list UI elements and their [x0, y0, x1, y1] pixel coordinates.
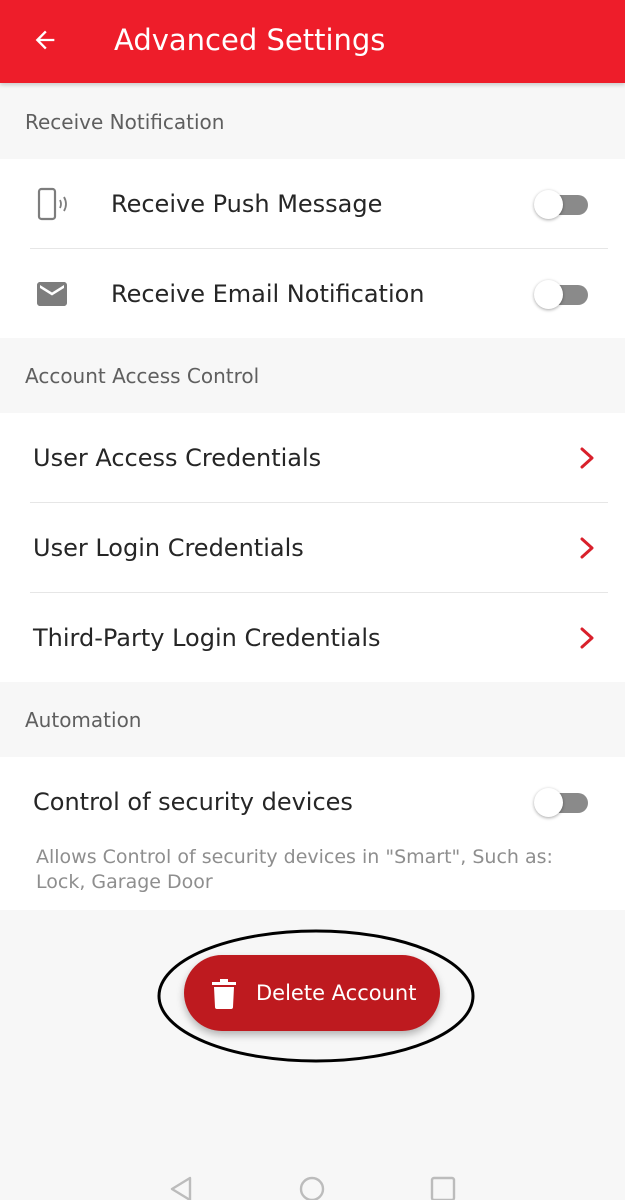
email-notification-toggle[interactable] — [534, 277, 588, 311]
row-email-notification[interactable]: Receive Email Notification — [0, 249, 625, 339]
section-label-notifications: Receive Notification — [25, 110, 225, 134]
toggle-thumb — [534, 190, 563, 219]
notifications-card: Receive Push Message Receive Email Notif… — [0, 159, 625, 338]
row-label-third-party-login-credentials: Third-Party Login Credentials — [33, 624, 381, 652]
system-nav-bar — [0, 1160, 625, 1200]
automation-card: Control of security devices Allows Contr… — [0, 757, 625, 910]
row-user-login-credentials[interactable]: User Login Credentials — [0, 503, 625, 593]
arrow-left-icon — [35, 30, 55, 50]
row-label-push-message: Receive Push Message — [111, 190, 383, 218]
row-label-control-security-devices: Control of security devices — [33, 788, 353, 816]
back-button[interactable] — [22, 17, 68, 63]
delete-account-button[interactable]: Delete Account — [184, 955, 440, 1031]
section-label-automation: Automation — [25, 708, 142, 732]
row-push-message[interactable]: Receive Push Message — [0, 159, 625, 249]
toggle-thumb — [534, 280, 563, 309]
page-title: Advanced Settings — [114, 23, 386, 57]
row-label-email-notification: Receive Email Notification — [111, 280, 425, 308]
row-label-user-login-credentials: User Login Credentials — [33, 534, 304, 562]
advanced-settings-screen: Advanced Settings Receive Notification R… — [0, 0, 625, 1200]
chevron-right-icon — [580, 447, 594, 469]
row-control-security-devices[interactable]: Control of security devices — [0, 757, 625, 847]
section-label-access-control: Account Access Control — [25, 364, 260, 388]
mail-icon — [32, 274, 72, 314]
toggle-thumb — [534, 788, 563, 817]
phone-vibrate-icon — [32, 184, 72, 224]
row-label-user-access-credentials: User Access Credentials — [33, 444, 322, 472]
row-third-party-login-credentials[interactable]: Third-Party Login Credentials — [0, 593, 625, 683]
row-user-access-credentials[interactable]: User Access Credentials — [0, 413, 625, 503]
delete-account-label: Delete Account — [256, 981, 417, 1005]
app-bar: Advanced Settings — [0, 0, 625, 83]
recents-square-icon[interactable] — [428, 1174, 458, 1200]
push-message-toggle[interactable] — [534, 187, 588, 221]
chevron-right-icon — [580, 537, 594, 559]
chevron-right-icon — [580, 627, 594, 649]
back-triangle-icon[interactable] — [166, 1174, 196, 1200]
control-security-devices-toggle[interactable] — [534, 785, 588, 819]
home-circle-icon[interactable] — [297, 1174, 327, 1200]
access-control-card: User Access Credentials User Login Crede… — [0, 413, 625, 682]
trash-icon — [212, 979, 236, 1009]
security-devices-description: Allows Control of security devices in "S… — [36, 846, 553, 893]
